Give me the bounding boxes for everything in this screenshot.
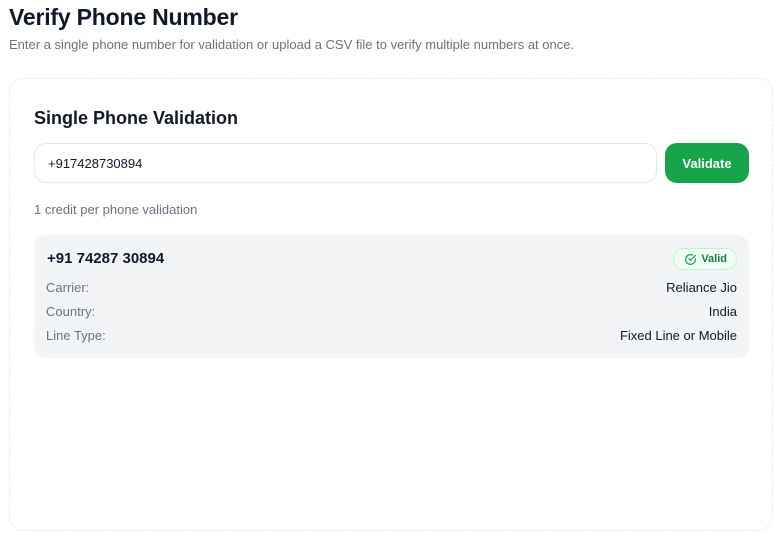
detail-row-carrier: Carrier: Reliance Jio — [46, 280, 737, 295]
validation-result-panel: +91 74287 30894 Valid Carrier: Reliance … — [34, 235, 749, 358]
line-type-label: Line Type: — [46, 328, 106, 343]
verify-phone-page: Verify Phone Number Enter a single phone… — [0, 0, 783, 541]
phone-number-input[interactable] — [34, 143, 657, 183]
status-badge-label: Valid — [701, 253, 727, 265]
card-title: Single Phone Validation — [34, 108, 239, 128]
check-circle-icon — [684, 253, 697, 266]
carrier-value: Reliance Jio — [666, 280, 737, 295]
country-label: Country: — [46, 304, 96, 319]
status-badge: Valid — [673, 248, 737, 270]
detail-row-country: Country: India — [46, 304, 737, 319]
validate-button[interactable]: Validate — [665, 143, 749, 183]
result-phone-number: +91 74287 30894 — [47, 250, 165, 267]
page-subtitle: Enter a single phone number for validati… — [9, 37, 575, 52]
credit-note: 1 credit per phone validation — [34, 202, 198, 217]
carrier-label: Carrier: — [46, 280, 90, 295]
page-title: Verify Phone Number — [9, 4, 238, 30]
line-type-value: Fixed Line or Mobile — [619, 328, 737, 343]
detail-row-line-type: Line Type: Fixed Line or Mobile — [46, 328, 737, 343]
single-validation-card: Single Phone Validation Validate 1 credi… — [9, 78, 773, 531]
country-value: India — [708, 304, 737, 319]
